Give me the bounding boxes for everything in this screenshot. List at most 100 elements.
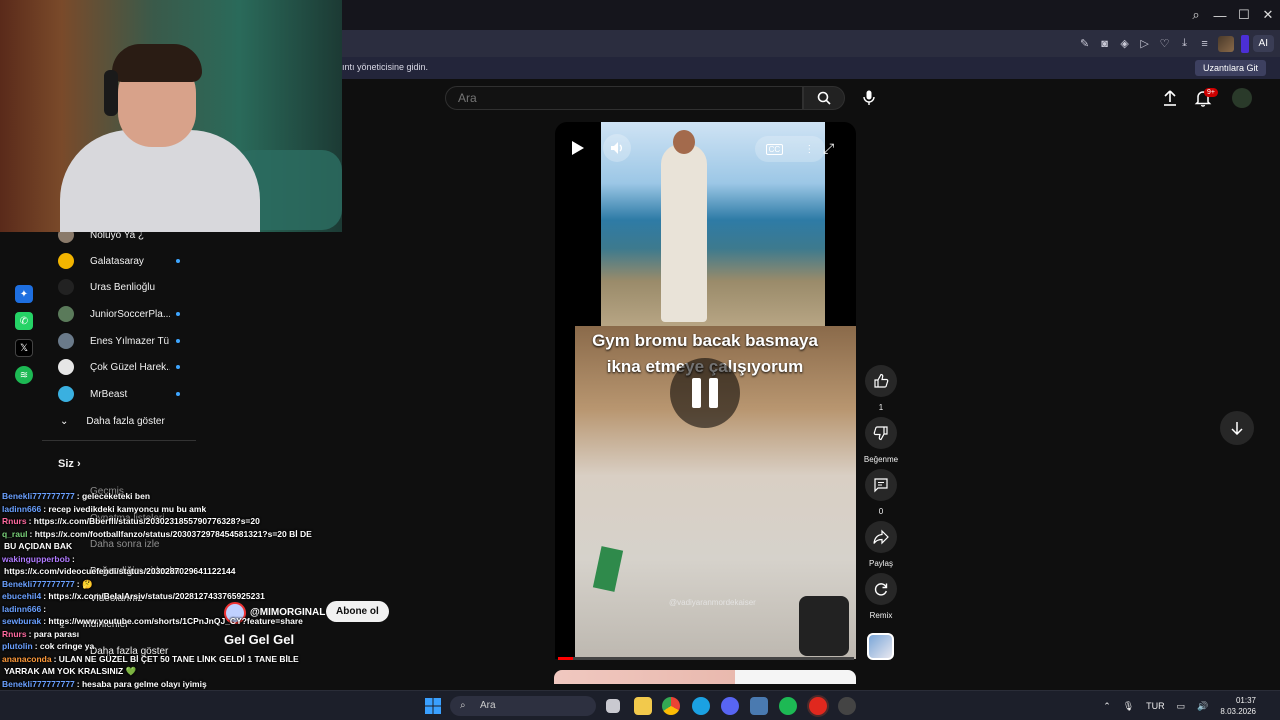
sound-thumbnail[interactable] (867, 633, 894, 660)
chat-message: Benekli777777777: hesaba para gelme olay… (2, 678, 207, 690)
share-button[interactable] (865, 521, 897, 553)
video-progress-bar[interactable] (558, 657, 854, 660)
sidebar-item-channel[interactable]: Enes Yılmazer Tü... (42, 328, 202, 354)
chat-text: : ULAN NE GÜZEL Bİ ÇET 50 TANE LİNK GELD… (53, 653, 299, 664)
microphone-icon (863, 90, 875, 105)
chat-username[interactable]: Benekli777777777 (2, 679, 75, 689)
upload-icon[interactable] (1160, 88, 1180, 108)
captions-button[interactable]: CC (765, 143, 784, 155)
opera-gx-icon[interactable] (809, 697, 827, 715)
notification-badge: 9+ (1204, 88, 1218, 97)
messenger-icon[interactable]: ✦ (15, 285, 33, 303)
discord-icon[interactable] (721, 697, 739, 715)
volume-tray-icon[interactable]: 🔊 (1197, 701, 1208, 712)
like-button[interactable] (865, 365, 897, 397)
like-action[interactable]: 1 (862, 365, 900, 412)
heart-icon[interactable]: ♡ (1155, 37, 1175, 50)
fullscreen-icon[interactable]: ⤢ (823, 140, 834, 157)
menu-icon[interactable]: ≡ (1195, 38, 1215, 50)
search-input[interactable] (446, 87, 802, 109)
sidebar-show-more[interactable]: ⌄ Daha fazla göster (42, 408, 202, 434)
settings-icon[interactable] (838, 697, 856, 715)
sidebar-item-channel[interactable]: MrBeast (42, 381, 202, 407)
profile-avatar[interactable] (1217, 35, 1234, 52)
extensions-button[interactable]: Uzantılara Git (1194, 60, 1266, 76)
search-box[interactable] (445, 86, 803, 110)
spotify-icon[interactable]: ≋ (15, 366, 33, 384)
chat-username[interactable]: ladinn666 (2, 504, 41, 514)
comment-button[interactable] (865, 469, 897, 501)
chat-username[interactable]: q_raul (2, 529, 28, 539)
close-button[interactable]: ✕ (1256, 7, 1280, 23)
chevron-right-icon: › (76, 458, 81, 470)
play-icon[interactable]: ▷ (1135, 37, 1155, 50)
sidebar-item-channel[interactable]: Çok Güzel Harek... (42, 354, 202, 380)
sidebar-section-you[interactable]: Siz › (58, 458, 81, 470)
remix-action[interactable]: Remix (862, 573, 900, 620)
chat-username[interactable]: Benekli777777777 (2, 491, 75, 501)
camera-icon[interactable]: ◙ (1095, 38, 1115, 50)
shield-icon[interactable]: ◈ (1115, 37, 1135, 50)
whatsapp-icon[interactable]: ✆ (15, 312, 33, 330)
chat-username[interactable]: ebucehil4 (2, 591, 41, 601)
dislike-button[interactable] (865, 417, 897, 449)
network-icon[interactable]: ▭ (1177, 701, 1186, 712)
file-explorer-icon[interactable] (634, 697, 652, 715)
comment-action[interactable]: 0 (862, 469, 900, 516)
share-action[interactable]: Paylaş (862, 521, 900, 568)
search-tabs-icon[interactable]: ⌕ (1184, 7, 1208, 23)
channel-avatar (58, 253, 74, 269)
ai-button[interactable]: AI (1252, 35, 1274, 52)
subscribe-button[interactable]: Abone ol (326, 601, 389, 622)
video-person (661, 144, 707, 322)
progress-fill (558, 657, 573, 660)
sidebar-item-channel[interactable]: Galatasaray (42, 248, 202, 274)
shorts-player[interactable]: Gym bromu bacak basmaya ikna etmeye çalı… (555, 122, 856, 659)
edge-icon[interactable] (692, 697, 710, 715)
voice-search-button[interactable] (856, 86, 882, 110)
task-view-icon[interactable] (606, 699, 620, 713)
taskbar-search[interactable]: ⌕ Ara (450, 696, 596, 716)
x-icon[interactable]: 𝕏 (15, 339, 33, 357)
new-content-dot (176, 339, 180, 343)
chevron-up-icon[interactable]: ⌃ (1103, 701, 1111, 712)
minimize-button[interactable]: — (1208, 8, 1232, 23)
webcam-headset (104, 70, 118, 116)
play-button[interactable] (571, 140, 585, 156)
chat-username[interactable]: Rnurs (2, 516, 27, 526)
spotify-taskbar-icon[interactable] (779, 697, 797, 715)
chat-username[interactable]: ladinn666 (2, 604, 41, 614)
search-icon: ⌕ (460, 700, 466, 711)
account-avatar[interactable] (1232, 88, 1252, 108)
chat-username[interactable]: sewburak (2, 616, 41, 626)
browser-side-panel: ✦ ✆ 𝕏 ≋ (10, 285, 38, 393)
section-label: Siz (58, 458, 74, 470)
system-tray: ⌃ 🎙 TUR ▭ 🔊 01:37 8.03.2026 (1103, 691, 1280, 720)
maximize-button[interactable]: ☐ (1232, 7, 1256, 23)
remix-button[interactable] (865, 573, 897, 605)
chat-username[interactable]: Benekli777777777 (2, 579, 75, 589)
search-button[interactable] (803, 86, 845, 110)
more-options-icon[interactable]: ⋮ (804, 144, 814, 155)
app-icon[interactable] (750, 697, 768, 715)
clock[interactable]: 01:37 8.03.2026 (1220, 695, 1256, 717)
language-indicator[interactable]: TUR (1146, 701, 1165, 711)
microphone-tray-icon[interactable]: 🎙 (1123, 701, 1134, 712)
dislike-action[interactable]: Beğenme (862, 417, 900, 464)
chat-username[interactable]: Rnurs (2, 629, 27, 639)
windows-start-icon[interactable] (425, 698, 441, 714)
sidebar-item-channel[interactable]: JuniorSoccerPla... (42, 301, 202, 327)
pause-overlay-icon[interactable] (670, 358, 740, 428)
chat-username[interactable]: wakingupperbob (2, 554, 70, 564)
chrome-icon[interactable] (662, 697, 680, 715)
edit-icon[interactable]: ✎ (1075, 37, 1095, 50)
next-short-preview[interactable] (554, 670, 856, 684)
volume-button[interactable] (603, 134, 631, 162)
chat-username[interactable]: plutolin (2, 641, 33, 651)
next-short-button[interactable] (1220, 411, 1254, 445)
chat-username[interactable]: ananaconda (2, 654, 52, 664)
sidebar-toggle[interactable] (1240, 34, 1249, 53)
download-icon[interactable]: ⤓ (1175, 37, 1195, 50)
sidebar-item-channel[interactable]: Uras Benlioğlu (42, 274, 202, 300)
sidebar-item-label: Uras Benlioğlu (90, 281, 156, 293)
